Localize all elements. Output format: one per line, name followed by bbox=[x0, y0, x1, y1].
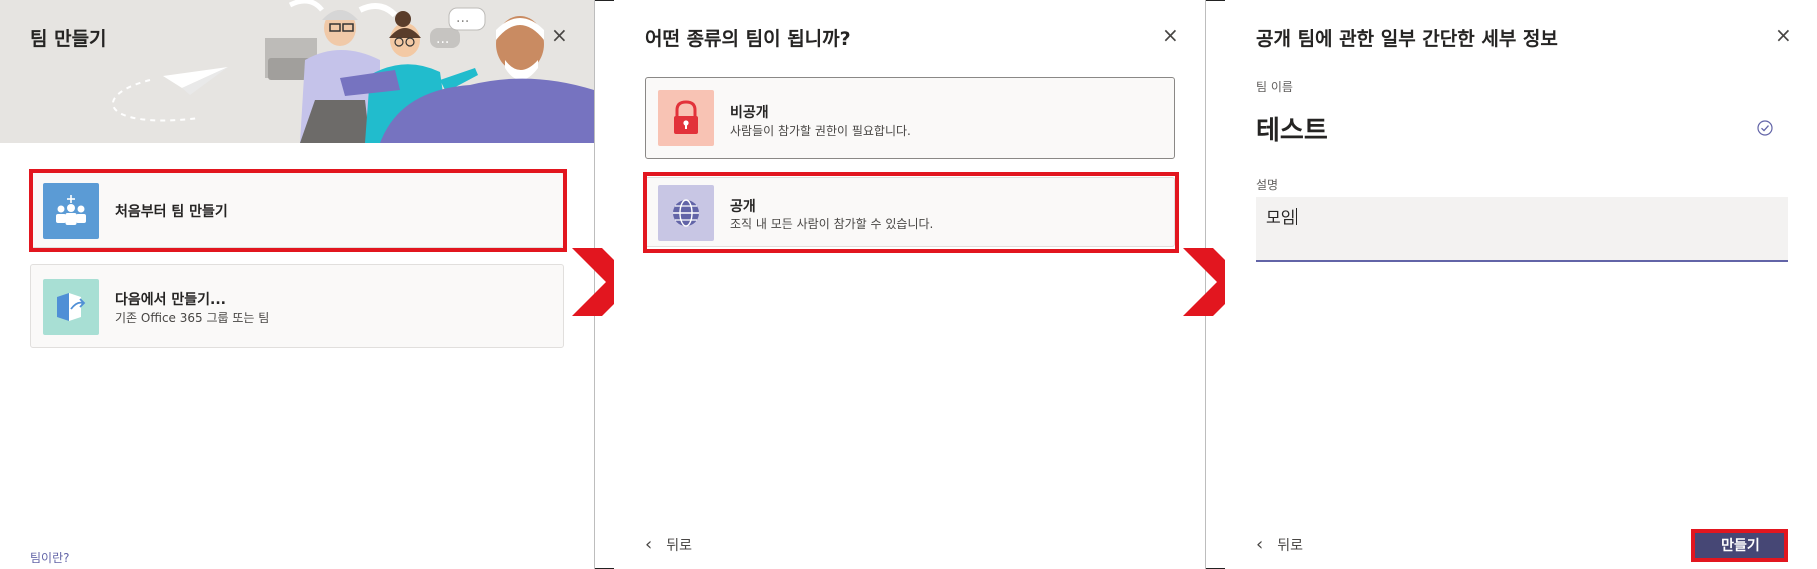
panel-title: 팀 만들기 bbox=[30, 28, 107, 50]
option-label: 비공개 bbox=[730, 105, 769, 121]
create-from-existing-option[interactable]: 다음에서 만들기... 기존 Office 365 그룹 또는 팀 bbox=[30, 264, 564, 348]
team-people-icon bbox=[43, 183, 99, 239]
option-label: 처음부터 팀 만들기 bbox=[115, 204, 228, 220]
close-icon[interactable]: × bbox=[551, 25, 568, 45]
close-icon[interactable]: × bbox=[1775, 25, 1792, 45]
team-name-input[interactable]: 테스트 bbox=[1256, 110, 1328, 147]
import-group-icon bbox=[43, 279, 99, 335]
public-team-option[interactable]: 공개 조직 내 모든 사람이 참가할 수 있습니다. bbox=[645, 177, 1175, 247]
check-circle-icon bbox=[1757, 120, 1773, 136]
panel-title: 어떤 종류의 팀이 됩니까? bbox=[645, 28, 851, 50]
back-button[interactable]: ‹ 뒤로 bbox=[645, 534, 692, 555]
private-team-option[interactable]: 비공개 사람들이 참가할 권한이 필요합니다. bbox=[645, 77, 1175, 159]
back-label: 뒤로 bbox=[1277, 537, 1303, 554]
description-label: 설명 bbox=[1256, 178, 1279, 192]
close-icon[interactable]: × bbox=[1162, 25, 1179, 45]
globe-icon bbox=[658, 185, 714, 241]
description-field[interactable]: 모임 bbox=[1256, 197, 1788, 262]
chevron-left-icon: ‹ bbox=[645, 534, 653, 555]
create-button[interactable]: 만들기 bbox=[1695, 532, 1786, 558]
team-details-panel: 공개 팀에 관한 일부 간단한 세부 정보 × 팀 이름 테스트 설명 모임 ‹… bbox=[1225, 0, 1817, 569]
create-team-panel: ... ... 팀 만들기 × 처음부터 팀 만들기 다음에서 만들기... 기… bbox=[0, 0, 594, 569]
what-is-team-link[interactable]: 팀이란? bbox=[30, 549, 70, 566]
description-value: 모임 bbox=[1266, 208, 1298, 227]
option-label: 다음에서 만들기... bbox=[115, 292, 226, 308]
back-label: 뒤로 bbox=[666, 537, 692, 554]
option-description: 조직 내 모든 사람이 참가할 수 있습니다. bbox=[730, 217, 934, 231]
svg-text:...: ... bbox=[436, 31, 449, 47]
option-label: 공개 bbox=[730, 199, 756, 215]
team-name-label: 팀 이름 bbox=[1256, 80, 1293, 94]
hero-illustration: ... ... bbox=[0, 0, 594, 143]
svg-text:...: ... bbox=[456, 10, 469, 26]
option-description: 사람들이 참가할 권한이 필요합니다. bbox=[730, 124, 911, 138]
create-from-scratch-option[interactable]: 처음부터 팀 만들기 bbox=[30, 172, 564, 248]
team-type-panel: 어떤 종류의 팀이 됩니까? × 비공개 사람들이 참가할 권한이 필요합니다. bbox=[614, 0, 1205, 569]
back-button[interactable]: ‹ 뒤로 bbox=[1256, 534, 1303, 555]
lock-icon bbox=[658, 90, 714, 146]
chevron-left-icon: ‹ bbox=[1256, 534, 1264, 555]
panel-title: 공개 팀에 관한 일부 간단한 세부 정보 bbox=[1256, 28, 1558, 50]
option-description: 기존 Office 365 그룹 또는 팀 bbox=[115, 311, 270, 325]
